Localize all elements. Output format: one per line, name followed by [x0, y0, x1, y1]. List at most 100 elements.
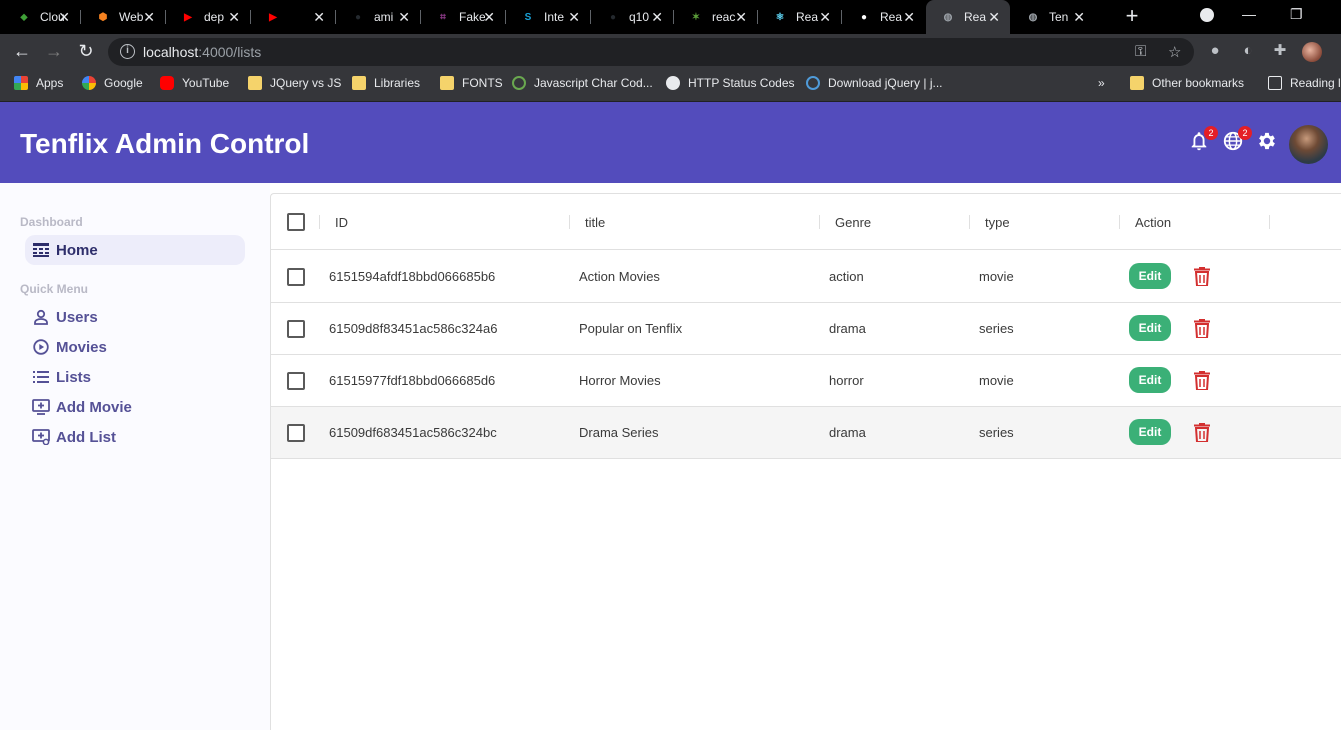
extensions-puzzle-icon[interactable]: ✚ [1271, 42, 1289, 60]
row-checkbox[interactable] [287, 320, 305, 338]
table-row[interactable]: 61509d8f83451ac586c324a6 Popular on Tenf… [271, 303, 1341, 355]
browser-tab[interactable]: ✶ reac ✕ [674, 0, 757, 34]
bookmark-label: Javascript Char Cod... [534, 76, 653, 90]
tab-close-icon[interactable]: ✕ [313, 9, 325, 25]
key-icon[interactable]: ⚿ [1135, 43, 1146, 60]
row-checkbox[interactable] [287, 424, 305, 442]
cell-type: series [979, 425, 1014, 440]
delete-icon[interactable] [1194, 267, 1210, 286]
notifications-icon[interactable]: 2 [1188, 126, 1218, 154]
bookmark-item[interactable]: JQuery vs JS [248, 76, 341, 90]
column-separator[interactable] [969, 215, 970, 229]
sidebar-item-add-list[interactable]: Add List [25, 422, 245, 452]
browser-tab[interactable]: ⬥ Clou ✕ [2, 0, 80, 34]
column-header-id[interactable]: ID [335, 215, 348, 230]
tab-close-icon[interactable]: ✕ [58, 9, 70, 25]
edit-button[interactable]: Edit [1129, 419, 1171, 445]
extension-mic-icon[interactable]: ● [1206, 42, 1224, 60]
bookmark-item[interactable]: Libraries [352, 76, 420, 90]
browser-tab[interactable]: S Inte ✕ [506, 0, 590, 34]
browser-tab[interactable]: ⬢ Web ✕ [81, 0, 165, 34]
column-header-title[interactable]: title [585, 215, 605, 230]
tab-favicon-icon: ● [860, 11, 868, 23]
tab-close-icon[interactable]: ✕ [903, 9, 915, 25]
browser-tab[interactable]: ◍ Rea ✕ [926, 0, 1010, 34]
forward-icon[interactable]: → [44, 41, 64, 61]
row-checkbox[interactable] [287, 268, 305, 286]
row-checkbox[interactable] [287, 372, 305, 390]
tab-close-icon[interactable]: ✕ [819, 9, 831, 25]
tab-close-icon[interactable]: ✕ [483, 9, 495, 25]
bookmark-item[interactable]: Google [82, 76, 143, 90]
browser-tab[interactable]: ⚛ Rea ✕ [758, 0, 841, 34]
tab-close-icon[interactable]: ✕ [735, 9, 747, 25]
sidebar-item-add-movie[interactable]: Add Movie [25, 392, 245, 422]
bookmarks-overflow-icon[interactable]: » [1098, 76, 1105, 90]
tab-close-icon[interactable]: ✕ [651, 9, 663, 25]
cell-type: movie [979, 373, 1014, 388]
tab-close-icon[interactable]: ✕ [228, 9, 240, 25]
tab-close-icon[interactable]: ✕ [568, 9, 580, 25]
browser-tab[interactable]: ▶ ✕ [251, 0, 335, 34]
tab-close-icon[interactable]: ✕ [143, 9, 155, 25]
bookmark-item[interactable]: FONTS [440, 76, 503, 90]
sidebar-section-quick-menu: Quick Menu [20, 282, 89, 296]
sidebar-item-movies[interactable]: Movies [25, 332, 245, 362]
sidebar-item-lists[interactable]: Lists [25, 362, 245, 392]
tab-close-icon[interactable]: ✕ [398, 9, 410, 25]
bookmark-item[interactable]: YouTube [160, 76, 229, 90]
browser-tab[interactable]: ⌗ Fake ✕ [421, 0, 505, 34]
reading-list[interactable]: Reading li [1268, 76, 1341, 90]
bookmark-item[interactable]: Javascript Char Cod... [512, 76, 653, 90]
column-header-action[interactable]: Action [1135, 215, 1171, 230]
column-separator[interactable] [319, 215, 320, 229]
cell-title: Horror Movies [579, 373, 661, 388]
column-separator[interactable] [819, 215, 820, 229]
tab-close-icon[interactable]: ✕ [988, 9, 1000, 25]
star-icon[interactable]: ☆ [1168, 43, 1181, 61]
minimize-icon[interactable]: — [1242, 6, 1256, 22]
table-row[interactable]: 61509df683451ac586c324bc Drama Series dr… [271, 407, 1341, 459]
table-row[interactable]: 6151594afdf18bbd066685b6 Action Movies a… [271, 251, 1341, 303]
delete-icon[interactable] [1194, 423, 1210, 442]
bookmark-item[interactable]: Apps [14, 76, 63, 90]
column-header-type[interactable]: type [985, 215, 1010, 230]
sidebar-item-users[interactable]: Users [25, 302, 245, 332]
delete-icon[interactable] [1194, 371, 1210, 390]
language-icon[interactable]: 2 [1222, 126, 1252, 154]
tab-favicon-icon: ◍ [1028, 11, 1038, 23]
bookmark-item[interactable]: Download jQuery | j... [806, 76, 943, 90]
profile-avatar[interactable] [1302, 42, 1322, 62]
browser-tab[interactable]: ● q10 ✕ [591, 0, 673, 34]
column-separator[interactable] [1119, 215, 1120, 229]
extension-circle-icon[interactable]: ◐ [1239, 42, 1257, 60]
back-icon[interactable]: ← [12, 41, 32, 61]
address-bar[interactable]: i localhost:4000/lists ⚿ ☆ [108, 38, 1194, 66]
browser-tab[interactable]: ● Rea ✕ [842, 0, 925, 34]
edit-button[interactable]: Edit [1129, 263, 1171, 289]
column-separator[interactable] [569, 215, 570, 229]
tab-close-icon[interactable]: ✕ [1073, 9, 1085, 25]
user-avatar[interactable] [1289, 125, 1328, 164]
browser-tab[interactable]: ▶ dep ✕ [166, 0, 250, 34]
bookmark-label: JQuery vs JS [270, 76, 342, 90]
delete-icon[interactable] [1194, 319, 1210, 338]
browser-tab[interactable]: ◍ Ten ✕ [1011, 0, 1095, 34]
table-row[interactable]: 61515977fdf18bbd066685d6 Horror Movies h… [271, 355, 1341, 407]
tab-search-icon[interactable] [1200, 8, 1214, 22]
column-header-genre[interactable]: Genre [835, 215, 871, 230]
other-bookmarks[interactable]: Other bookmarks [1130, 76, 1244, 90]
bookmark-item[interactable]: HTTP Status Codes [666, 76, 795, 90]
settings-icon[interactable] [1256, 130, 1280, 154]
sidebar-item-home[interactable]: Home [25, 235, 245, 265]
column-separator[interactable] [1269, 215, 1270, 229]
new-tab-button[interactable]: + [1120, 5, 1144, 29]
browser-tab[interactable]: ● ami ✕ [336, 0, 420, 34]
restore-icon[interactable]: ❐ [1290, 6, 1303, 23]
select-all-checkbox[interactable] [287, 213, 305, 231]
edit-button[interactable]: Edit [1129, 367, 1171, 393]
reload-icon[interactable]: ↻ [76, 41, 96, 61]
edit-button[interactable]: Edit [1129, 315, 1171, 341]
site-info-icon[interactable]: i [120, 44, 135, 59]
sidebar-item-label: Add Movie [56, 398, 132, 416]
